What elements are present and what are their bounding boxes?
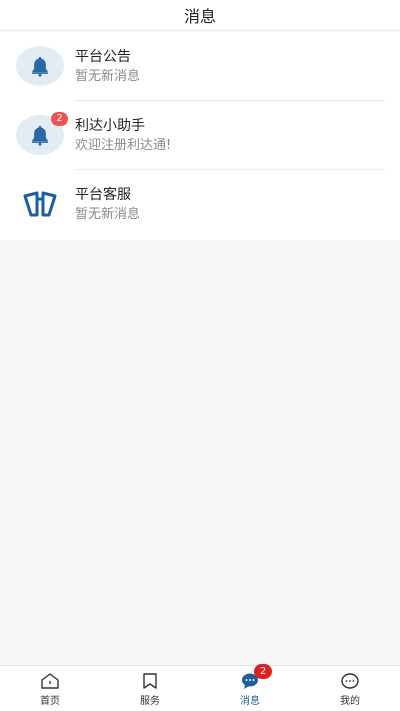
home-icon bbox=[41, 673, 59, 689]
bell-icon bbox=[31, 125, 49, 146]
message-title: 平台公告 bbox=[75, 49, 131, 65]
unread-badge: 2 bbox=[51, 112, 68, 126]
bookmark-icon bbox=[143, 673, 157, 689]
top-bar: 消息 bbox=[0, 0, 400, 31]
tab-services[interactable]: 服务 bbox=[100, 666, 200, 711]
tab-badge: 2 bbox=[254, 664, 272, 679]
bottom-tab-bar: 首页 服务 消息 我的 2 bbox=[0, 664, 400, 711]
tab-home[interactable]: 首页 bbox=[0, 666, 100, 711]
tab-profile[interactable]: 我的 bbox=[300, 666, 400, 711]
service-logo-icon bbox=[23, 191, 57, 217]
message-title: 平台客服 bbox=[75, 187, 131, 203]
message-preview: 欢迎注册利达通! bbox=[75, 138, 172, 153]
tab-label: 消息 bbox=[240, 696, 260, 707]
tab-messages[interactable]: 消息 bbox=[200, 666, 300, 711]
message-item-customer-service[interactable]: 平台客服 暂无新消息 bbox=[0, 170, 400, 239]
page-title: 消息 bbox=[183, 7, 216, 26]
message-preview: 暂无新消息 bbox=[75, 69, 141, 84]
message-item-lida-assistant[interactable]: 2 利达小助手 欢迎注册利达通! bbox=[0, 101, 400, 170]
message-item-platform-notice[interactable]: 平台公告 暂无新消息 bbox=[0, 32, 400, 101]
tab-label: 我的 bbox=[340, 696, 360, 707]
avatar bbox=[16, 184, 64, 224]
tab-label: 服务 bbox=[140, 696, 160, 707]
profile-chat-icon bbox=[341, 673, 359, 689]
tab-label: 首页 bbox=[40, 696, 60, 707]
message-preview: 暂无新消息 bbox=[75, 207, 141, 222]
bell-icon bbox=[31, 56, 49, 77]
avatar bbox=[16, 46, 64, 86]
message-title: 利达小助手 bbox=[75, 118, 145, 134]
message-list: 平台公告 暂无新消息 2 利达小助手 欢迎注册利达通! 平台客服 暂无新消息 bbox=[0, 32, 400, 240]
